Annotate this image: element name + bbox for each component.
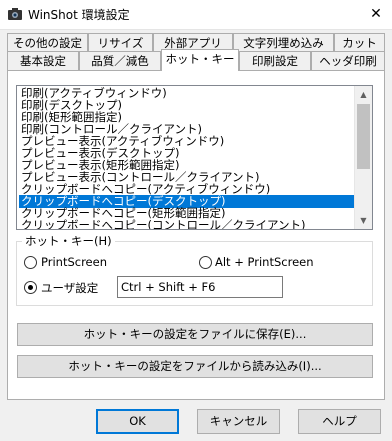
radio-user-setting-label[interactable]: ユーザ設定 xyxy=(41,280,98,296)
tab-hotkey[interactable]: ホット・キー xyxy=(161,49,239,71)
tab-quality[interactable]: 品質／減色 xyxy=(79,51,161,70)
radio-selected-dot xyxy=(28,285,33,290)
tab-header-print[interactable]: ヘッダ印刷 xyxy=(311,51,385,70)
hotkey-input[interactable]: Ctrl + Shift + F6 xyxy=(117,276,283,298)
radio-user-setting[interactable] xyxy=(24,281,37,294)
chevron-up-icon[interactable]: ▲ xyxy=(355,86,372,103)
close-icon: ✕ xyxy=(370,6,382,22)
vertical-scrollbar[interactable]: ▲ ▼ xyxy=(354,86,372,229)
radio-alt-printscreen[interactable] xyxy=(199,256,212,269)
actions-listbox[interactable]: 印刷(アクティブウィンドウ) 印刷(デスクトップ) 印刷(矩形範囲指定) 印刷(… xyxy=(16,85,373,230)
cancel-button[interactable]: キャンセル xyxy=(197,409,280,434)
ok-button[interactable]: OK xyxy=(96,409,179,434)
radio-alt-printscreen-label[interactable]: Alt + PrintScreen xyxy=(215,255,314,269)
list-item[interactable]: クリップボードへコピー(コントロール／クライアント) xyxy=(19,219,356,230)
tab-embed-text[interactable]: 文字列埋め込み xyxy=(233,33,334,52)
hotkey-group-label: ホット・キー(H) xyxy=(22,233,115,249)
help-button[interactable]: ヘルプ xyxy=(298,409,381,434)
load-hotkeys-button[interactable]: ホット・キーの設定をファイルから読み込み(I)... xyxy=(17,355,373,378)
window-title: WinShot 環境設定 xyxy=(28,8,130,22)
radio-printscreen[interactable] xyxy=(24,256,37,269)
close-button[interactable]: ✕ xyxy=(360,0,392,29)
tab-other-settings[interactable]: その他の設定 xyxy=(7,33,88,52)
tab-basic-settings[interactable]: 基本設定 xyxy=(7,51,79,70)
scrollbar-thumb[interactable] xyxy=(357,104,370,169)
save-hotkeys-button[interactable]: ホット・キーの設定をファイルに保存(E)... xyxy=(17,323,373,346)
tab-cut[interactable]: カット xyxy=(334,33,385,52)
tab-print-settings[interactable]: 印刷設定 xyxy=(239,51,311,70)
radio-printscreen-label[interactable]: PrintScreen xyxy=(41,255,107,269)
camera-icon xyxy=(7,6,23,22)
tab-resize[interactable]: リサイズ xyxy=(88,33,153,52)
chevron-down-icon[interactable]: ▼ xyxy=(355,212,372,229)
